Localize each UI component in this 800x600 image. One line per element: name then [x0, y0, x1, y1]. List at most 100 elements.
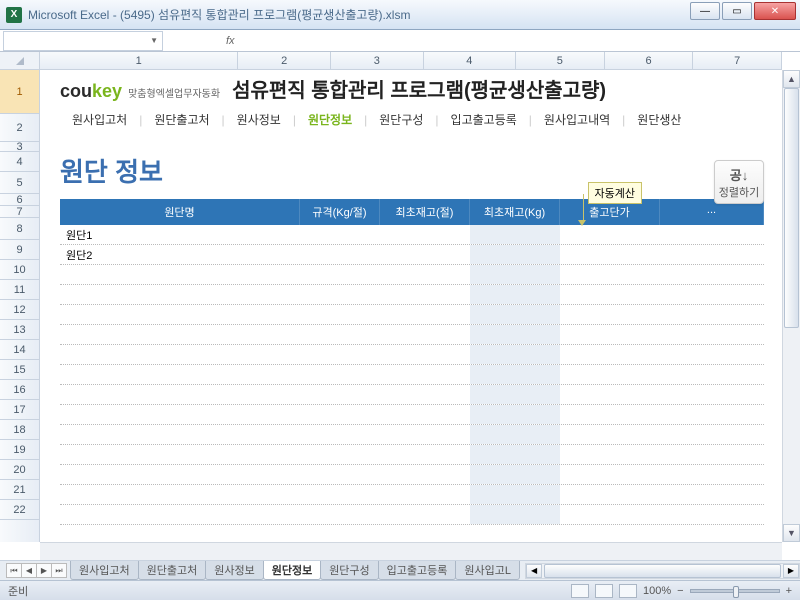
nav-item[interactable]: 원사입고내역: [532, 111, 622, 128]
table-row[interactable]: [60, 365, 764, 385]
scroll-thumb[interactable]: [784, 88, 799, 328]
sheet-prev-icon[interactable]: ◀: [21, 563, 37, 578]
column-headers[interactable]: 1234567: [40, 52, 782, 70]
zoom-slider[interactable]: [690, 589, 780, 593]
sort-button[interactable]: 공↓ 정렬하기: [714, 160, 764, 204]
column-header[interactable]: 6: [605, 52, 694, 69]
row-header[interactable]: 8: [0, 218, 39, 240]
row-header[interactable]: 14: [0, 340, 39, 360]
table-row[interactable]: [60, 445, 764, 465]
hscroll-thumb[interactable]: [544, 564, 781, 578]
row-header[interactable]: 2: [0, 114, 39, 142]
table-row[interactable]: 원단2: [60, 245, 764, 265]
sheet-tabs-bar: ⏮ ◀ ▶ ⏭ 원사입고처원단출고처원사정보원단정보원단구성입고출고등록원사입고…: [0, 560, 800, 580]
row-header[interactable]: 20: [0, 460, 39, 480]
scroll-up-icon[interactable]: ▲: [783, 70, 800, 88]
minimize-button[interactable]: —: [690, 2, 720, 20]
row-header[interactable]: 17: [0, 400, 39, 420]
zoom-in-button[interactable]: +: [786, 585, 792, 597]
header-block: coukey 맞춤형엑셀업무자동화 섬유편직 통합관리 프로그램(평균생산출고량…: [60, 74, 782, 103]
sheet-first-icon[interactable]: ⏮: [6, 563, 22, 578]
horizontal-scrollbar[interactable]: ◀ ▶: [525, 563, 800, 579]
select-all-corner[interactable]: [0, 52, 40, 70]
row-header[interactable]: 10: [0, 260, 39, 280]
nav-item[interactable]: 원단생산: [625, 111, 693, 128]
maximize-button[interactable]: ▭: [722, 2, 752, 20]
vertical-scrollbar[interactable]: ▲ ▼: [782, 70, 800, 542]
table-row[interactable]: [60, 285, 764, 305]
dropdown-icon[interactable]: ▼: [150, 36, 158, 45]
column-header[interactable]: 1: [40, 52, 238, 69]
page-title: 섬유편직 통합관리 프로그램(평균생산출고량): [232, 74, 606, 103]
nav-item[interactable]: 원단구성: [367, 111, 435, 128]
view-normal-button[interactable]: [571, 584, 589, 598]
row-header[interactable]: 12: [0, 300, 39, 320]
table-row[interactable]: [60, 465, 764, 485]
sheet-next-icon[interactable]: ▶: [36, 563, 52, 578]
row-header[interactable]: 13: [0, 320, 39, 340]
table-row[interactable]: [60, 485, 764, 505]
horizontal-scrollbar-space: [40, 542, 782, 560]
fx-label[interactable]: fx: [226, 35, 235, 47]
table-row[interactable]: [60, 405, 764, 425]
nav-item[interactable]: 입고출고등록: [439, 111, 529, 128]
row-header[interactable]: 3: [0, 142, 39, 152]
name-box[interactable]: ▼: [3, 31, 163, 51]
table-row[interactable]: [60, 505, 764, 525]
column-header[interactable]: 4: [424, 52, 517, 69]
view-break-button[interactable]: [619, 584, 637, 598]
table-row[interactable]: [60, 265, 764, 285]
sheet-tab[interactable]: 원사입고처: [70, 561, 139, 580]
row-header[interactable]: 15: [0, 360, 39, 380]
table-column-header: 원단명: [60, 199, 300, 225]
table-row[interactable]: [60, 345, 764, 365]
sheet-last-icon[interactable]: ⏭: [51, 563, 67, 578]
row-header[interactable]: 9: [0, 240, 39, 260]
table-column-header: 최초재고(절): [380, 199, 470, 225]
row-header[interactable]: 1: [0, 70, 39, 114]
row-header[interactable]: 7: [0, 206, 39, 218]
logo-tagline: 맞춤형엑셀업무자동화: [128, 85, 220, 100]
zoom-out-button[interactable]: −: [677, 585, 683, 597]
row-header[interactable]: 19: [0, 440, 39, 460]
column-header[interactable]: 3: [331, 52, 424, 69]
row-header[interactable]: 11: [0, 280, 39, 300]
table-row[interactable]: [60, 305, 764, 325]
nav-item[interactable]: 원사정보: [225, 111, 293, 128]
nav-item[interactable]: 원단출고처: [142, 111, 221, 128]
table-column-header: 규격(Kg/절): [300, 199, 380, 225]
sheet-tab[interactable]: 원단구성: [320, 561, 378, 580]
row-header[interactable]: 4: [0, 152, 39, 172]
scroll-right-icon[interactable]: ▶: [783, 564, 799, 578]
row-header[interactable]: 16: [0, 380, 39, 400]
table-body: 원단1원단2: [60, 225, 764, 525]
table-row[interactable]: [60, 385, 764, 405]
sheet-tab[interactable]: 원사정보: [205, 561, 263, 580]
row-header[interactable]: 5: [0, 172, 39, 194]
table-row[interactable]: 원단1: [60, 225, 764, 245]
row-header[interactable]: 6: [0, 194, 39, 206]
row-header[interactable]: 18: [0, 420, 39, 440]
worksheet-content[interactable]: coukey 맞춤형엑셀업무자동화 섬유편직 통합관리 프로그램(평균생산출고량…: [40, 70, 782, 542]
table-row[interactable]: [60, 325, 764, 345]
scroll-down-icon[interactable]: ▼: [783, 524, 800, 542]
nav-menu: 원사입고처|원단출고처|원사정보|원단정보|원단구성|입고출고등록|원사입고내역…: [60, 111, 782, 128]
sheet-nav-buttons: ⏮ ◀ ▶ ⏭: [6, 563, 66, 578]
scroll-left-icon[interactable]: ◀: [526, 564, 542, 578]
sheet-tab[interactable]: 원단출고처: [138, 561, 207, 580]
column-header[interactable]: 7: [693, 52, 782, 69]
sheet-tab[interactable]: 원사입고L: [455, 561, 520, 580]
nav-item[interactable]: 원사입고처: [60, 111, 139, 128]
row-headers[interactable]: 12345678910111213141516171819202122: [0, 70, 40, 542]
view-layout-button[interactable]: [595, 584, 613, 598]
column-header[interactable]: 5: [516, 52, 605, 69]
table-row[interactable]: [60, 425, 764, 445]
excel-icon: X: [6, 7, 22, 23]
row-header[interactable]: 22: [0, 500, 39, 520]
sheet-tab[interactable]: 입고출고등록: [378, 561, 457, 580]
close-button[interactable]: ✕: [754, 2, 796, 20]
nav-item[interactable]: 원단정보: [296, 111, 364, 128]
sheet-tab[interactable]: 원단정보: [263, 561, 321, 580]
column-header[interactable]: 2: [238, 52, 331, 69]
row-header[interactable]: 21: [0, 480, 39, 500]
